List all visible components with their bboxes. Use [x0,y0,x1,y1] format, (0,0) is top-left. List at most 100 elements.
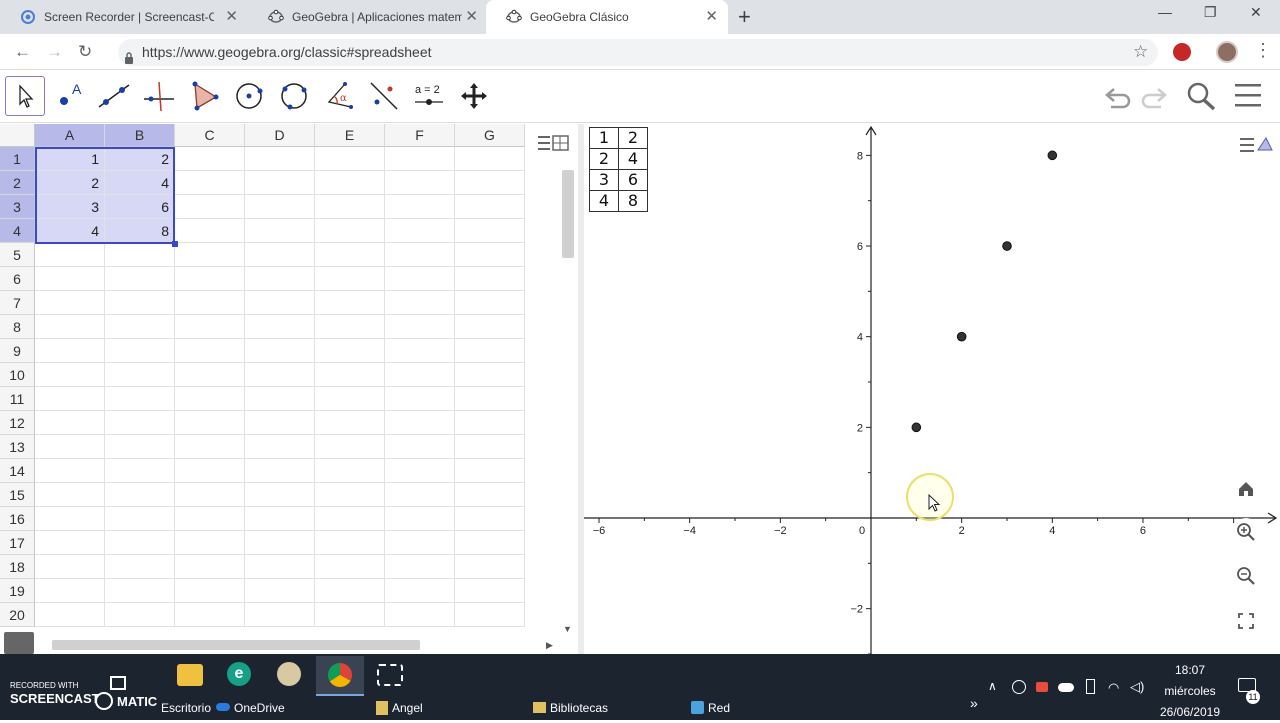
cell-e9[interactable] [315,339,385,363]
url-field[interactable]: https://www.geogebra.org/classic#spreads… [118,39,1158,66]
cell-f3[interactable] [385,195,455,219]
cell-f2[interactable] [385,171,455,195]
row-header-13[interactable]: 13 [0,435,35,459]
cell-d17[interactable] [245,531,315,555]
cell-e18[interactable] [315,555,385,579]
cell-f13[interactable] [385,435,455,459]
tray-cloud-icon[interactable] [1058,683,1074,692]
cell-g20[interactable] [455,603,525,627]
taskbar-item-escritorio[interactable]: Escritorio [161,701,211,715]
chrome-icon[interactable] [328,663,352,687]
tray-antivirus-icon[interactable] [1036,682,1048,692]
graphics-style-bar-toggle[interactable] [1236,128,1276,164]
cell-e1[interactable] [315,147,385,171]
vertical-scroll-thumb[interactable] [562,170,574,258]
cell-c10[interactable] [175,363,245,387]
cell-g2[interactable] [455,171,525,195]
cell-d5[interactable] [245,243,315,267]
cell-a10[interactable] [35,363,105,387]
row-header-6[interactable]: 6 [0,267,35,291]
redo-icon[interactable] [1139,81,1171,114]
cell-d3[interactable] [245,195,315,219]
cell-a18[interactable] [35,555,105,579]
cell-e2[interactable] [315,171,385,195]
minimize-button[interactable]: — [1158,4,1172,20]
style-bar-toggle[interactable] [533,128,573,160]
cell-b7[interactable] [105,291,175,315]
row-header-9[interactable]: 9 [0,339,35,363]
cell-c2[interactable] [175,171,245,195]
restore-button[interactable]: ❐ [1204,4,1217,21]
cell-a7[interactable] [35,291,105,315]
menu-icon[interactable] [1234,81,1262,114]
cell-e17[interactable] [315,531,385,555]
cell-g16[interactable] [455,507,525,531]
cell-e19[interactable] [315,579,385,603]
taskbar-item-onedrive[interactable]: OneDrive [234,701,285,715]
cell-g19[interactable] [455,579,525,603]
cell-b13[interactable] [105,435,175,459]
spreadsheet-keyboard-icon[interactable] [4,632,34,654]
cell-g17[interactable] [455,531,525,555]
cell-a20[interactable] [35,603,105,627]
column-header-c[interactable]: C [175,124,245,147]
cell-a9[interactable] [35,339,105,363]
column-header-f[interactable]: F [385,124,455,147]
column-header-b[interactable]: B [105,124,175,147]
file-explorer-icon[interactable] [177,664,203,686]
fullscreen-icon[interactable] [1232,607,1260,635]
cell-g12[interactable] [455,411,525,435]
wifi-icon[interactable]: ◠ [1108,680,1119,696]
cell-a16[interactable] [35,507,105,531]
cell-d19[interactable] [245,579,315,603]
column-header-g[interactable]: G [455,124,525,147]
zoom-out-icon[interactable] [1232,562,1260,590]
reflect-tool-button[interactable] [364,76,404,116]
row-header-4[interactable]: 4 [0,219,35,243]
task-view-icon[interactable] [110,676,126,690]
eset-icon[interactable]: e [227,662,251,686]
cell-c18[interactable] [175,555,245,579]
cell-g11[interactable] [455,387,525,411]
cell-b20[interactable] [105,603,175,627]
cell-b11[interactable] [105,387,175,411]
cell-d7[interactable] [245,291,315,315]
row-header-8[interactable]: 8 [0,315,35,339]
cell-a8[interactable] [35,315,105,339]
taskbar-item-angel[interactable]: Angel [392,701,423,715]
reload-button[interactable]: ↻ [78,42,92,62]
search-icon[interactable] [1185,81,1217,116]
cell-e15[interactable] [315,483,385,507]
cell-f19[interactable] [385,579,455,603]
row-header-2[interactable]: 2 [0,171,35,195]
line-tool-button[interactable] [94,76,134,116]
corner-header[interactable] [0,124,35,147]
cell-f7[interactable] [385,291,455,315]
cell-e11[interactable] [315,387,385,411]
cell-g6[interactable] [455,267,525,291]
tab-geogebra-classic[interactable]: GeoGebra Clásico ✕ [486,0,728,34]
row-header-15[interactable]: 15 [0,483,35,507]
close-icon[interactable]: ✕ [465,9,478,25]
column-header-e[interactable]: E [315,124,385,147]
row-header-18[interactable]: 18 [0,555,35,579]
horizontal-scroll-thumb[interactable] [52,640,420,650]
angle-tool-button[interactable]: α [319,76,359,116]
fill-handle[interactable] [172,241,178,247]
cell-g14[interactable] [455,459,525,483]
back-button[interactable]: ← [14,42,31,62]
cell-d16[interactable] [245,507,315,531]
close-icon[interactable]: ✕ [225,9,238,25]
zoom-in-icon[interactable] [1232,518,1260,546]
cell-b15[interactable] [105,483,175,507]
column-header-a[interactable]: A [35,124,105,147]
point-tool-button[interactable]: A [49,76,89,116]
cell-c6[interactable] [175,267,245,291]
cell-b16[interactable] [105,507,175,531]
taskbar-overflow-chevron[interactable]: » [970,695,978,711]
cell-c8[interactable] [175,315,245,339]
graphics-canvas[interactable]: −6 −4 −2 0 2 4 68642−2 [584,124,1280,654]
cell-d15[interactable] [245,483,315,507]
undo-icon[interactable] [1101,81,1133,114]
cell-d11[interactable] [245,387,315,411]
